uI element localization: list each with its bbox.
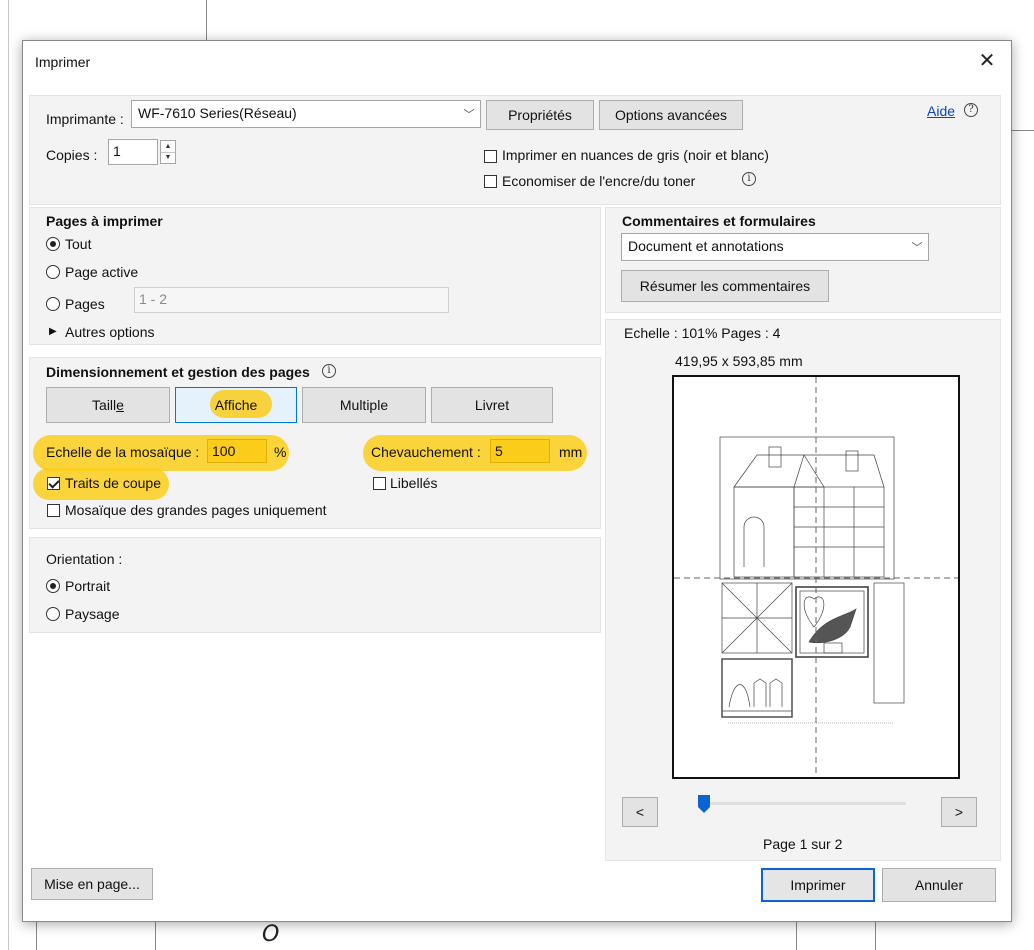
tile-scale-label: Echelle de la mosaïque : xyxy=(46,444,200,460)
copies-stepper[interactable]: ▲ ▼ xyxy=(160,140,176,164)
large-pages-only-label: Mosaïque des grandes pages uniquement xyxy=(65,502,327,518)
dialog-title: Imprimer xyxy=(35,54,91,70)
grayscale-checkbox[interactable] xyxy=(484,150,497,163)
expand-triangle-icon[interactable]: ▶ xyxy=(49,326,57,337)
properties-button[interactable]: Propriétés xyxy=(486,100,594,130)
labels-checkbox[interactable] xyxy=(373,477,386,490)
pages-range-radio[interactable] xyxy=(46,297,60,311)
cut-marks-label: Traits de coupe xyxy=(65,475,161,491)
orientation-title: Orientation : xyxy=(46,551,123,567)
title-bar: Imprimer ✕ xyxy=(23,41,1011,81)
background-line xyxy=(155,920,156,950)
preview-size-text: 419,95 x 593,85 mm xyxy=(675,353,803,369)
advanced-options-button[interactable]: Options avancées xyxy=(599,100,743,130)
overlap-input[interactable]: 5 xyxy=(490,439,550,463)
chevron-down-icon: ﹀ xyxy=(463,109,475,121)
preview-scale-text: Echelle : 101% Pages : 4 xyxy=(624,325,781,341)
labels-label: Libellés xyxy=(390,475,438,491)
tab-size-label: Taill xyxy=(92,397,117,413)
tab-booklet[interactable]: Livret xyxy=(431,387,553,423)
background-line xyxy=(796,920,797,950)
pages-range-input[interactable]: 1 - 2 xyxy=(134,287,449,313)
copies-input[interactable]: 1 xyxy=(108,139,158,165)
stepper-down-icon[interactable]: ▼ xyxy=(161,152,175,163)
background-line xyxy=(206,0,207,40)
background-line xyxy=(1010,130,1034,131)
save-ink-label: Economiser de l'encre/du toner xyxy=(502,173,696,189)
background-line xyxy=(36,920,37,950)
previous-page-button[interactable]: < xyxy=(622,797,658,827)
background-line xyxy=(875,920,876,950)
next-page-button[interactable]: > xyxy=(941,797,977,827)
pages-active-radio[interactable] xyxy=(46,265,60,279)
comments-title: Commentaires et formulaires xyxy=(622,213,816,229)
pages-active-label: Page active xyxy=(65,264,139,280)
printer-select[interactable]: WF-7610 Series(Réseau) ﹀ xyxy=(131,100,481,128)
overlap-unit: mm xyxy=(559,444,583,460)
landscape-label: Paysage xyxy=(65,606,120,622)
help-link[interactable]: Aide xyxy=(927,103,955,119)
summarize-comments-button[interactable]: Résumer les commentaires xyxy=(621,270,829,302)
chevron-down-icon: ﹀ xyxy=(911,242,923,254)
grayscale-label: Imprimer en nuances de gris (noir et bla… xyxy=(502,147,769,163)
tile-scale-unit: % xyxy=(274,444,287,460)
copies-label: Copies : xyxy=(46,147,98,163)
save-ink-checkbox[interactable] xyxy=(484,175,497,188)
preview-drawing xyxy=(674,377,958,777)
page-setup-button[interactable]: Mise en page... xyxy=(31,868,153,900)
portrait-label: Portrait xyxy=(65,578,111,594)
print-button[interactable]: Imprimer xyxy=(761,868,875,902)
page-counter: Page 1 sur 2 xyxy=(763,836,843,852)
page-slider-thumb[interactable] xyxy=(698,795,710,813)
background-letter: O xyxy=(262,922,280,947)
sizing-title: Dimensionnement et gestion des pages xyxy=(46,364,310,380)
close-icon[interactable]: ✕ xyxy=(973,47,1001,75)
tab-poster-label: Affiche xyxy=(214,397,258,413)
printer-label: Imprimante : xyxy=(46,111,124,127)
cut-marks-checkbox[interactable] xyxy=(47,477,60,490)
landscape-radio[interactable] xyxy=(46,607,60,621)
tab-poster[interactable]: Affiche xyxy=(175,387,297,423)
pages-range-label: Pages xyxy=(65,296,105,312)
large-pages-only-checkbox[interactable] xyxy=(47,504,60,517)
page-slider-track[interactable] xyxy=(706,802,906,805)
info-icon[interactable]: i xyxy=(322,364,336,378)
pages-all-label: Tout xyxy=(65,236,92,252)
cancel-button[interactable]: Annuler xyxy=(882,868,996,902)
help-icon[interactable]: ? xyxy=(964,103,978,117)
printer-select-value: WF-7610 Series(Réseau) xyxy=(138,105,297,121)
tab-multiple[interactable]: Multiple xyxy=(302,387,426,423)
pages-title: Pages à imprimer xyxy=(46,213,163,229)
background-line xyxy=(8,0,9,950)
tile-scale-input[interactable]: 100 xyxy=(207,439,267,463)
comments-select[interactable]: Document et annotations ﹀ xyxy=(621,233,929,261)
info-icon[interactable]: i xyxy=(742,172,756,186)
overlap-label: Chevauchement : xyxy=(371,444,481,460)
tab-size[interactable]: Taill e xyxy=(46,387,170,423)
portrait-radio[interactable] xyxy=(46,579,60,593)
more-options-toggle[interactable]: Autres options xyxy=(65,324,155,340)
comments-select-value: Document et annotations xyxy=(628,238,784,254)
pages-all-radio[interactable] xyxy=(46,237,60,251)
print-preview-page xyxy=(672,375,960,779)
tab-size-label-underline: e xyxy=(116,397,124,413)
